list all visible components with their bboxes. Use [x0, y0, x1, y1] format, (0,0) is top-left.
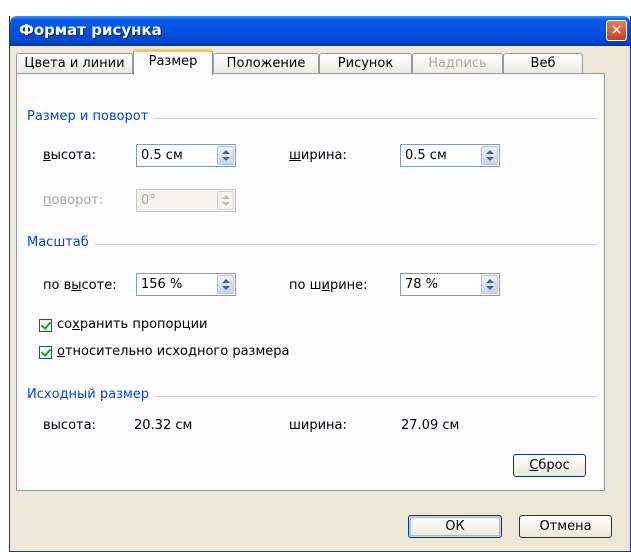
width-value: 0.5 см — [405, 148, 447, 163]
size-tab-panel: Размер и поворот высота: 0.5 см ширина: … — [16, 73, 605, 491]
spin-up-icon[interactable] — [486, 150, 494, 154]
lock-aspect-checkbox[interactable] — [39, 319, 52, 332]
dialog-title: Формат рисунка — [19, 21, 162, 39]
width-label: ширина: — [289, 148, 347, 163]
rotation-label: поворот: — [43, 193, 104, 208]
tab-colors-lines[interactable]: Цвета и линии — [16, 53, 133, 74]
spin-down-icon[interactable] — [486, 286, 494, 290]
spin-down-icon[interactable] — [222, 157, 230, 161]
spin-up-icon[interactable] — [222, 150, 230, 154]
rotation-spin-arrows — [217, 191, 234, 210]
spin-down-icon[interactable] — [486, 157, 494, 161]
spin-up-icon — [222, 195, 230, 199]
spin-up-icon[interactable] — [222, 279, 230, 283]
original-height-label: высота: — [43, 418, 96, 433]
relative-original-checkbox[interactable] — [39, 346, 52, 359]
tab-position[interactable]: Положение — [213, 53, 319, 74]
scale-height-spinner[interactable]: 156 % — [136, 273, 236, 296]
height-label: высота: — [43, 148, 96, 163]
scale-width-value: 78 % — [405, 277, 439, 292]
tab-size[interactable]: Размер — [133, 49, 213, 75]
rotation-value: 0° — [141, 193, 156, 208]
lock-aspect-label[interactable]: сохранить пропорции — [57, 317, 208, 332]
tab-text-box: Надпись — [412, 53, 503, 74]
ok-button[interactable]: ОК — [408, 515, 502, 538]
size-rotation-heading: Размер и поворот — [27, 109, 155, 124]
scale-height-spin-arrows[interactable] — [217, 275, 234, 294]
relative-original-label[interactable]: относительно исходного размера — [57, 344, 289, 359]
rotation-spinner: 0° — [136, 189, 236, 212]
original-height-value: 20.32 см — [134, 418, 193, 433]
spin-up-icon[interactable] — [486, 279, 494, 283]
scale-width-label: по ширине: — [289, 278, 368, 293]
close-button[interactable]: ✕ — [606, 20, 627, 41]
scale-heading: Масштаб — [27, 235, 95, 250]
width-spinner[interactable]: 0.5 см — [400, 144, 500, 167]
spin-down-icon[interactable] — [222, 286, 230, 290]
scale-height-value: 156 % — [141, 277, 183, 292]
scale-width-spin-arrows[interactable] — [481, 275, 498, 294]
close-icon: ✕ — [610, 21, 623, 39]
tab-picture[interactable]: Рисунок — [319, 53, 412, 74]
spin-down-icon — [222, 202, 230, 206]
title-bar[interactable]: Формат рисунка ✕ — [10, 16, 630, 46]
original-width-label: ширина: — [289, 418, 347, 433]
height-value: 0.5 см — [141, 148, 183, 163]
height-spin-arrows[interactable] — [217, 146, 234, 165]
cancel-button[interactable]: Отмена — [519, 515, 612, 538]
original-width-value: 27.09 см — [401, 418, 460, 433]
width-spin-arrows[interactable] — [481, 146, 498, 165]
height-spinner[interactable]: 0.5 см — [136, 144, 236, 167]
section-divider — [27, 244, 597, 245]
scale-width-spinner[interactable]: 78 % — [400, 273, 500, 296]
tab-web[interactable]: Веб — [503, 53, 583, 74]
scale-height-label: по высоте: — [43, 278, 117, 293]
original-size-heading: Исходный размер — [27, 387, 156, 402]
reset-button[interactable]: Сброс — [513, 454, 586, 477]
